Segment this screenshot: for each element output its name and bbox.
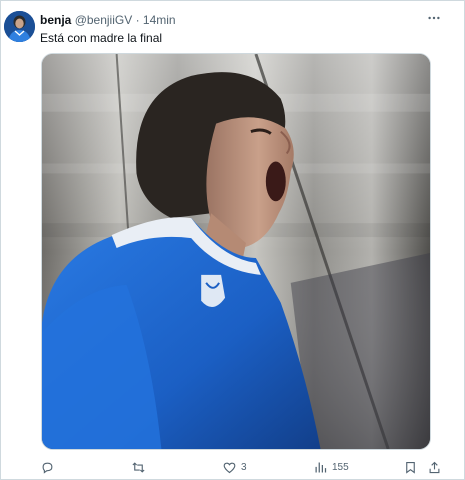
tweet-time[interactable]: 14min: [143, 13, 176, 27]
tweet-photo[interactable]: [41, 53, 431, 450]
reply-icon: [42, 462, 53, 474]
author-handle[interactable]: @benjiiGV: [75, 13, 133, 27]
more-options-icon[interactable]: [426, 10, 442, 26]
views-count: 155: [332, 461, 349, 473]
tweet-actions: 3 155: [1, 456, 465, 478]
share-icon: [429, 461, 440, 473]
bookmark-button[interactable]: [403, 456, 418, 478]
retweet-button[interactable]: [131, 456, 150, 478]
author-name[interactable]: benja: [40, 13, 71, 27]
reply-button[interactable]: [40, 456, 59, 478]
separator-dot: ·: [135, 13, 140, 27]
bar-chart-icon: [315, 462, 327, 472]
views-button[interactable]: 155: [313, 456, 349, 478]
avatar[interactable]: [4, 11, 35, 42]
retweet-icon: [132, 461, 145, 473]
share-button[interactable]: [427, 456, 442, 478]
like-count: 3: [241, 461, 247, 473]
heart-icon: [223, 462, 236, 473]
tweet-text: Está con madre la final: [40, 31, 163, 45]
tweet-header: benja @benjiiGV · 14min: [40, 12, 176, 28]
like-button[interactable]: 3: [222, 456, 247, 478]
tweet-card[interactable]: benja @benjiiGV · 14min Está con madre l…: [0, 0, 465, 480]
bookmark-icon: [406, 461, 415, 474]
